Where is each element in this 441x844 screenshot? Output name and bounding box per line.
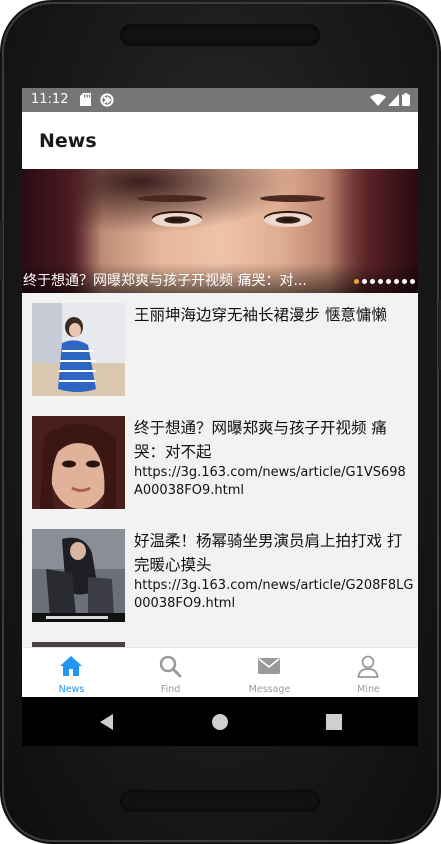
news-item[interactable]: 好温柔！杨幂骑坐男演员肩上拍打戏 打完暖心摸头 https://3g.163.c… — [22, 519, 418, 632]
person-icon — [357, 655, 379, 678]
app-bar: News — [22, 112, 418, 169]
news-item[interactable]: 王丽坤海边穿无袖长裙漫步 惬意慵懒 — [22, 293, 418, 406]
banner-image-eye-right — [264, 213, 312, 227]
page-title: News — [39, 130, 97, 152]
battery-icon — [402, 93, 410, 106]
banner-dot — [378, 279, 383, 284]
status-bar: 11:12 — [22, 88, 418, 112]
tab-label: Message — [248, 684, 291, 695]
banner-dot — [354, 279, 359, 284]
news-url: https://3g.163.com/news/article/G208F8LG… — [134, 578, 414, 611]
tab-label: News — [58, 684, 85, 695]
tab-find[interactable]: Find — [121, 648, 220, 698]
banner-caption: 终于想通？网曝郑爽与孩子开视频 痛哭：对... — [23, 273, 307, 289]
bottom-speaker — [120, 790, 320, 812]
news-list[interactable]: 王丽坤海边穿无袖长裙漫步 惬意慵懒 终于想通？网曝郑爽与孩子开视频 痛哭：对不起… — [22, 293, 418, 647]
device-screen: 11:12 News 终于想通？网曝郑爽与孩子开视频 痛哭：对... 王丽坤海边… — [22, 88, 418, 746]
banner-dot — [394, 279, 399, 284]
banner-image-eye-left — [152, 213, 202, 227]
status-time: 11:12 — [31, 92, 69, 107]
news-thumbnail — [32, 529, 125, 622]
banner-dot — [410, 279, 415, 284]
banner-dot — [362, 279, 367, 284]
banner-dot — [402, 279, 407, 284]
bottom-tab-bar: News Find Message Mine — [22, 647, 418, 698]
news-thumbnail — [32, 416, 125, 509]
search-icon — [159, 655, 182, 678]
volume-button — [0, 220, 3, 280]
tab-label: Find — [160, 684, 181, 695]
news-title: 终于想通？网曝郑爽与孩子开视频 痛哭：对不起 — [134, 419, 387, 461]
news-text: 好温柔！杨幂骑坐男演员肩上拍打戏 打完暖心摸头 https://3g.163.c… — [134, 529, 414, 613]
tab-label: Mine — [357, 684, 380, 695]
news-title: 王丽坤海边穿无袖长裙漫步 惬意慵懒 — [134, 306, 387, 324]
news-title: 好温柔！杨幂骑坐男演员肩上拍打戏 打完暖心摸头 — [134, 532, 403, 574]
wifi-icon — [370, 94, 386, 106]
news-item[interactable] — [22, 632, 418, 647]
mail-icon — [258, 658, 280, 674]
banner-page-indicator — [354, 279, 415, 284]
news-text: 王丽坤海边穿无袖长裙漫步 惬意慵懒 — [134, 303, 414, 327]
banner-image-brow-left — [137, 195, 207, 202]
news-text: 终于想通？网曝郑爽与孩子开视频 痛哭：对不起 https://3g.163.co… — [134, 416, 414, 500]
tab-mine[interactable]: Mine — [319, 648, 418, 698]
back-icon[interactable] — [94, 709, 120, 735]
top-speaker — [120, 24, 320, 46]
tab-news[interactable]: News — [22, 648, 121, 698]
tab-message[interactable]: Message — [220, 648, 319, 698]
phone-frame: 11:12 News 终于想通？网曝郑爽与孩子开视频 痛哭：对... 王丽坤海边… — [0, 0, 441, 844]
banner-carousel[interactable]: 终于想通？网曝郑爽与孩子开视频 痛哭：对... — [22, 169, 418, 293]
banner-dot — [370, 279, 375, 284]
sync-icon — [100, 93, 114, 107]
banner-image-brow-right — [260, 195, 325, 202]
signal-icon — [388, 94, 399, 106]
sd-card-icon — [80, 93, 91, 106]
banner-dot — [386, 279, 391, 284]
system-navigation-bar — [22, 697, 418, 746]
news-url: https://3g.163.com/news/article/G1VS698A… — [134, 465, 406, 498]
home-icon — [60, 656, 82, 676]
news-item[interactable]: 终于想通？网曝郑爽与孩子开视频 痛哭：对不起 https://3g.163.co… — [22, 406, 418, 519]
recents-icon[interactable] — [321, 709, 347, 735]
home-button-icon[interactable] — [207, 709, 233, 735]
news-thumbnail — [32, 303, 125, 396]
